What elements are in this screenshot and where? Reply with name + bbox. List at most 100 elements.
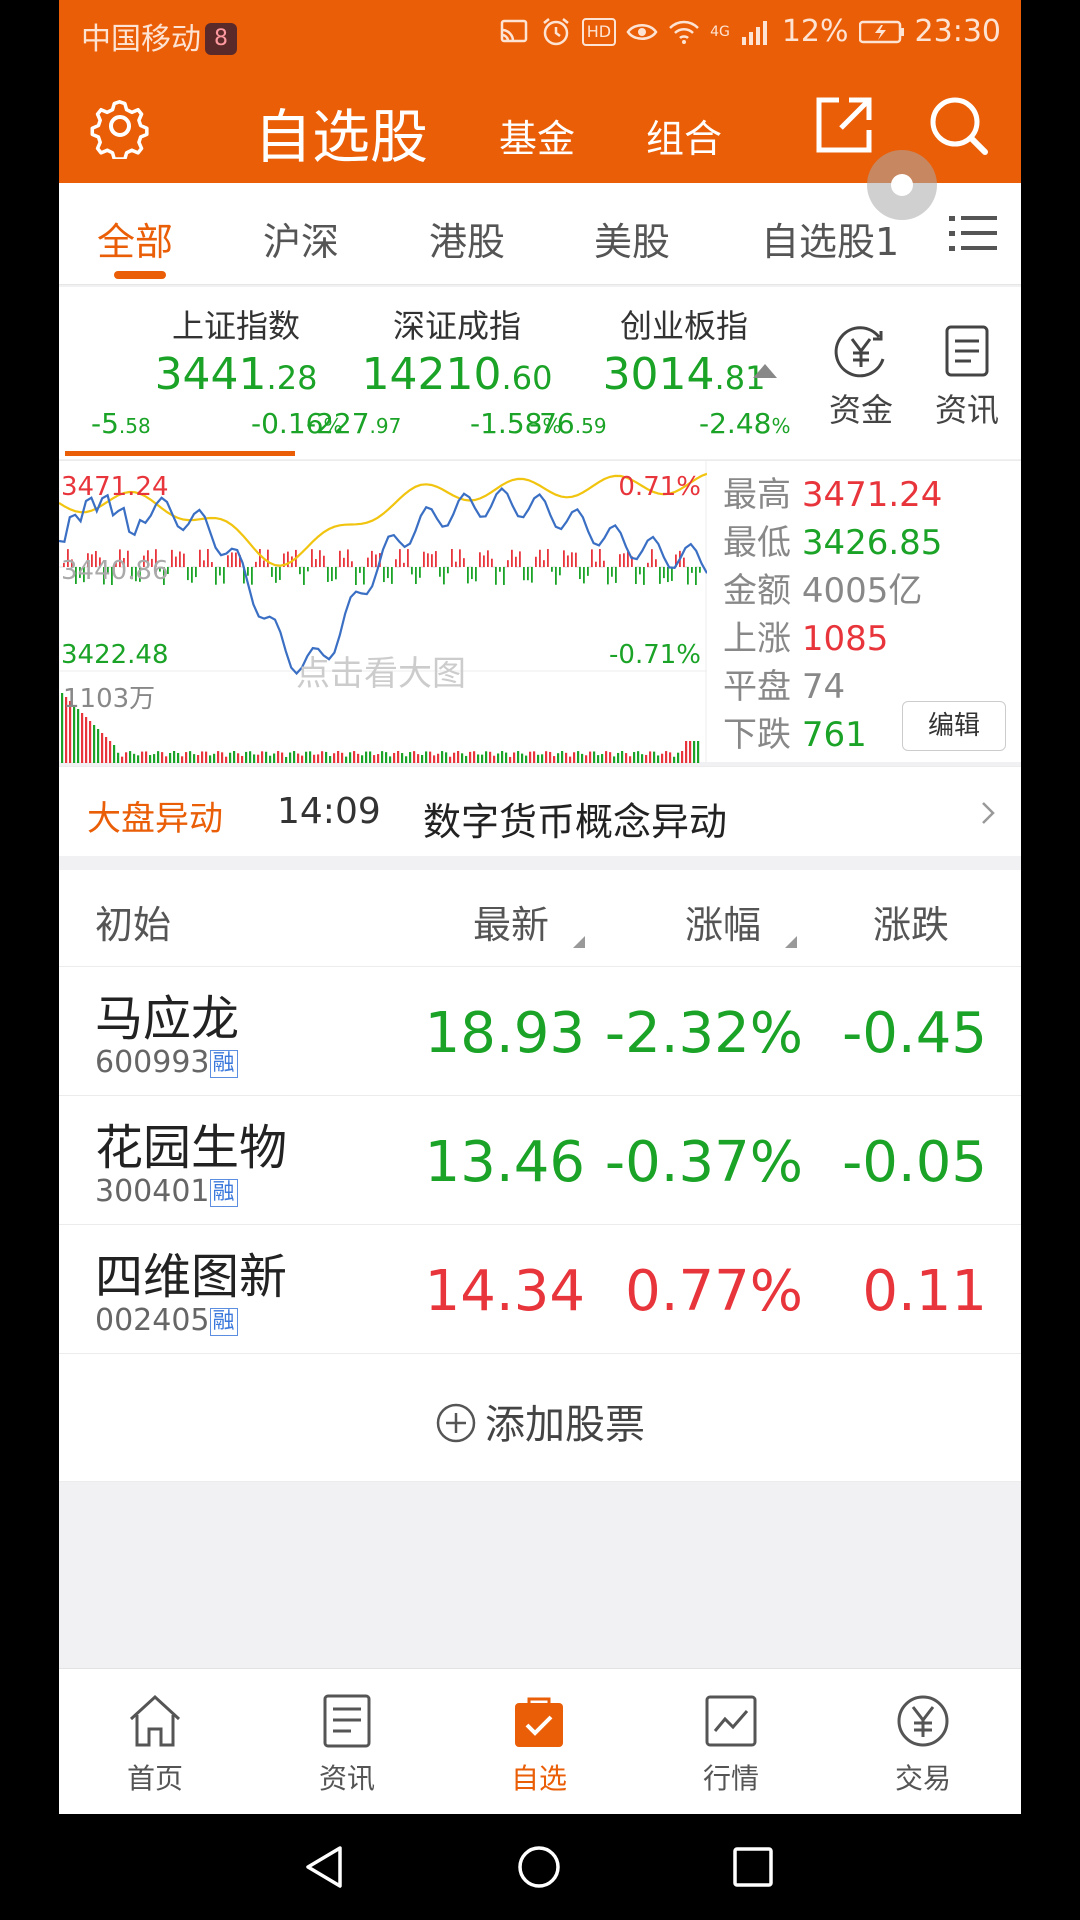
volume-bar <box>349 752 352 763</box>
list-menu-icon[interactable] <box>949 212 997 256</box>
volume-bar <box>641 754 644 763</box>
tick-mark <box>535 556 537 567</box>
stock-row[interactable]: 花园生物 300401 融 13.46 -0.37% -0.05 <box>59 1096 1021 1225</box>
volume-bar <box>293 751 296 763</box>
tick-mark <box>315 559 317 567</box>
collapse-caret-icon[interactable] <box>753 364 777 378</box>
volume-bar <box>205 751 208 763</box>
funds-button[interactable]: 资金 <box>821 323 901 431</box>
volume-bar <box>465 755 468 763</box>
volume-bar <box>417 754 420 763</box>
tab-all[interactable]: 全部 <box>97 211 173 266</box>
share-icon[interactable] <box>811 92 877 158</box>
index-name: 深证成指 <box>392 307 521 345</box>
tick-mark <box>659 567 661 584</box>
volume-bar <box>153 754 156 763</box>
search-icon[interactable] <box>925 92 991 158</box>
nav-market[interactable]: 行情 <box>661 1693 801 1797</box>
tab-custom-1[interactable]: 自选股1 <box>761 211 899 266</box>
sort-percent-button[interactable]: 涨幅 <box>685 894 761 949</box>
volume-bar <box>341 752 344 763</box>
funds-label: 资金 <box>828 391 893 429</box>
volume-bar <box>357 753 360 763</box>
volume-bar <box>329 756 332 763</box>
tick-mark <box>491 558 493 567</box>
edit-button[interactable]: 编辑 <box>902 701 1006 751</box>
sort-initial-button[interactable]: 初始 <box>95 894 171 949</box>
volume-bar <box>129 751 132 763</box>
volume-bar <box>157 751 160 763</box>
volume-bar <box>669 752 672 763</box>
stock-name: 四维图新 <box>95 1249 288 1305</box>
tick-mark <box>179 551 181 567</box>
recents-square-icon[interactable] <box>730 1844 776 1890</box>
tab-sh-sz[interactable]: 沪深 <box>263 211 339 266</box>
tick-mark <box>391 567 393 584</box>
stock-change: -0.05 <box>842 1130 987 1195</box>
news-icon <box>323 1694 371 1748</box>
volume-bar <box>325 751 328 763</box>
volume-bar <box>421 754 424 763</box>
tab-hk[interactable]: 港股 <box>429 211 505 266</box>
volume-bar <box>457 751 460 763</box>
chart-high-label: 3471.24 <box>61 472 169 502</box>
volume-bar <box>381 751 384 763</box>
wifi-icon <box>669 20 699 44</box>
volume-bar <box>373 755 376 763</box>
volume-bar <box>629 756 632 763</box>
market-alert[interactable]: 大盘异动 14:09 数字货币概念异动 <box>59 766 1021 856</box>
volume-bar <box>189 751 192 763</box>
volume-bar <box>573 752 576 763</box>
nav-news[interactable]: 资讯 <box>277 1693 417 1797</box>
tick-mark <box>483 555 485 567</box>
header-tab-portfolio[interactable]: 组合 <box>646 108 722 163</box>
tick-mark <box>259 549 261 567</box>
nav-trade[interactable]: 交易 <box>853 1693 993 1797</box>
settings-gear-icon[interactable] <box>87 93 153 159</box>
news-button[interactable]: 资讯 <box>927 323 1007 431</box>
sort-last-price-button[interactable]: 最新 <box>473 894 549 949</box>
nav-home[interactable]: 首页 <box>85 1693 225 1797</box>
volume-bar <box>529 751 532 763</box>
cast-icon <box>500 19 527 42</box>
index-change: -5.58 <box>91 407 151 440</box>
tick-mark <box>219 567 221 576</box>
intraday-chart[interactable]: 3471.24 3440.86 3422.48 0.71% -0.71% 110… <box>59 461 707 763</box>
volume-bar <box>481 754 484 763</box>
volume-bar <box>317 754 320 763</box>
stock-row[interactable]: 四维图新 002405 融 14.34 0.77% 0.11 <box>59 1225 1021 1354</box>
tick-mark <box>235 552 237 567</box>
nav-watchlist[interactable]: 自选 <box>469 1693 609 1797</box>
page-title[interactable]: 自选股 <box>254 90 428 174</box>
stock-change-percent: 0.77% <box>625 1259 803 1324</box>
stock-change: -0.45 <box>842 1001 987 1066</box>
back-icon[interactable] <box>302 1844 348 1890</box>
volume-bar <box>445 752 448 763</box>
sort-indicator-icon <box>573 936 585 948</box>
tick-mark <box>607 567 609 585</box>
tick-mark <box>495 567 497 585</box>
volume-bar <box>585 755 588 763</box>
volume-bar <box>489 751 492 763</box>
eye-icon <box>626 23 658 40</box>
tick-mark <box>431 554 433 567</box>
header-tab-fund[interactable]: 基金 <box>499 108 575 163</box>
tick-mark <box>683 557 685 567</box>
sort-change-button[interactable]: 涨跌 <box>873 894 949 949</box>
tick-mark <box>211 562 213 567</box>
index-row: 上证指数 3441.28 -5.58 -0.16% 深证成指 14210.60 … <box>59 287 1021 459</box>
tick-mark <box>275 567 277 583</box>
volume-bar <box>509 756 512 763</box>
tick-mark <box>383 567 385 583</box>
floating-assist-button[interactable] <box>867 150 937 220</box>
add-stock-button[interactable]: 添加股票 <box>59 1354 1021 1482</box>
document-icon <box>945 325 989 377</box>
home-circle-icon[interactable] <box>516 1844 562 1890</box>
tick-mark <box>195 567 197 578</box>
tick-mark <box>303 567 305 585</box>
tab-us[interactable]: 美股 <box>594 211 670 266</box>
stock-row[interactable]: 马应龙 600993 融 18.93 -2.32% -0.45 <box>59 967 1021 1096</box>
tick-mark <box>475 567 477 582</box>
volume-bar <box>517 751 520 763</box>
volume-bar <box>553 756 556 763</box>
